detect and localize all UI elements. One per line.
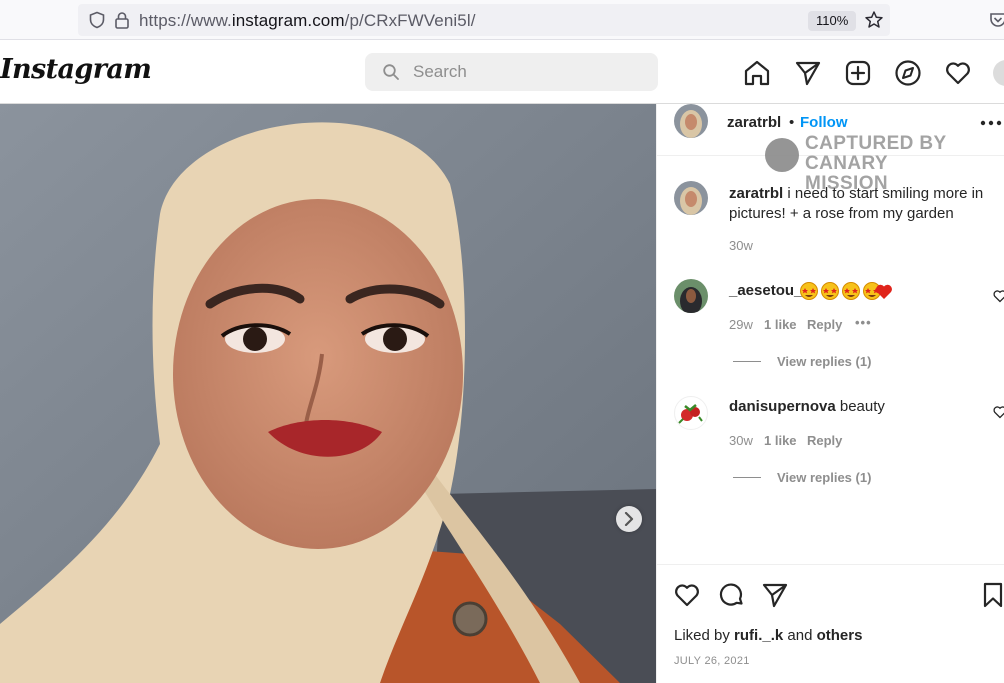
canary-logo-icon	[765, 138, 799, 172]
comment-text: beauty	[835, 398, 885, 415]
post-sidebar: zaratrbl • Follow CAPTURED BY CANARY MISS…	[656, 104, 1004, 683]
save-bookmark-icon[interactable]	[979, 581, 1004, 609]
comment-username[interactable]: _aesetou_	[729, 282, 802, 299]
direct-messages-icon[interactable]	[794, 59, 822, 87]
caption-avatar[interactable]	[674, 181, 708, 215]
home-icon[interactable]	[743, 59, 771, 87]
next-photo-button[interactable]	[616, 506, 642, 532]
chevron-right-icon	[624, 512, 634, 526]
comment-emojis	[800, 281, 892, 301]
view-replies-button[interactable]: View replies (1)	[777, 470, 871, 485]
explore-compass-icon[interactable]	[894, 59, 922, 87]
like-comment-heart-icon[interactable]	[993, 289, 1004, 303]
comment-age: 30w	[729, 433, 753, 448]
url-bar[interactable]: https://www.instagram.com/p/CRxFWVeni5l/…	[78, 4, 890, 36]
comment-username[interactable]: danisupernova	[729, 398, 836, 415]
star-eyes-emoji	[821, 282, 839, 300]
browser-toolbar: https://www.instagram.com/p/CRxFWVeni5l/…	[0, 0, 1004, 40]
share-icon[interactable]	[761, 581, 789, 609]
watermark-line1: CAPTURED BY	[805, 133, 947, 154]
caption-username[interactable]: zaratrbl	[729, 185, 783, 202]
separator-dot: •	[789, 114, 795, 131]
star-eyes-emoji	[842, 282, 860, 300]
liked-by-user[interactable]: rufi._.k	[734, 627, 783, 644]
comment-icon[interactable]	[717, 581, 745, 609]
liked-by-others[interactable]: others	[817, 627, 863, 644]
instagram-header: Instagram	[0, 40, 1004, 104]
commenter-avatar[interactable]	[674, 396, 708, 430]
comment-likes[interactable]: 1 like	[764, 433, 797, 448]
author-username[interactable]: zaratrbl	[727, 114, 781, 131]
divider	[733, 477, 761, 478]
new-post-icon[interactable]	[844, 59, 872, 87]
profile-avatar[interactable]	[993, 60, 1004, 86]
reply-button[interactable]: Reply	[807, 317, 842, 332]
star-eyes-emoji	[800, 282, 818, 300]
like-comment-heart-icon[interactable]	[993, 405, 1004, 419]
tracking-shield-icon[interactable]	[88, 11, 106, 29]
instagram-logo[interactable]: Instagram	[0, 54, 152, 85]
commenter-avatar[interactable]	[674, 279, 708, 313]
caption-age: 30w	[729, 238, 753, 253]
more-options-icon[interactable]	[979, 120, 1003, 126]
watermark: CAPTURED BY CANARY MISSION	[765, 132, 975, 194]
post-actions: Liked by rufi._.k and others JULY 26, 20…	[657, 564, 1004, 683]
divider	[733, 361, 761, 362]
activity-heart-icon[interactable]	[944, 59, 972, 87]
post-caption: zaratrbl i need to start smiling more in…	[729, 184, 1001, 224]
bookmark-star-icon[interactable]	[864, 10, 884, 30]
selfie-image	[0, 104, 656, 683]
view-replies-button[interactable]: View replies (1)	[777, 354, 871, 369]
lock-icon[interactable]	[114, 11, 130, 29]
reply-button[interactable]: Reply	[807, 433, 842, 448]
search-icon	[383, 64, 399, 80]
likes-summary: Liked by rufi._.k and others	[674, 627, 863, 644]
search-box[interactable]	[365, 53, 658, 91]
post-photo[interactable]	[0, 104, 656, 683]
follow-button[interactable]: Follow	[800, 114, 848, 131]
zoom-level-badge[interactable]: 110%	[808, 11, 857, 31]
comment-age: 29w	[729, 317, 753, 332]
post-header: zaratrbl • Follow CAPTURED BY CANARY MISS…	[657, 104, 1004, 194]
url-text: https://www.instagram.com/p/CRxFWVeni5l/	[139, 11, 476, 30]
comment-more-icon[interactable]: •••	[855, 315, 872, 330]
post-date[interactable]: JULY 26, 2021	[674, 655, 750, 667]
author-avatar[interactable]	[674, 104, 708, 138]
comment-likes[interactable]: 1 like	[764, 317, 797, 332]
search-input[interactable]	[413, 53, 643, 91]
like-heart-icon[interactable]	[673, 581, 701, 609]
pocket-icon[interactable]	[988, 10, 1004, 30]
